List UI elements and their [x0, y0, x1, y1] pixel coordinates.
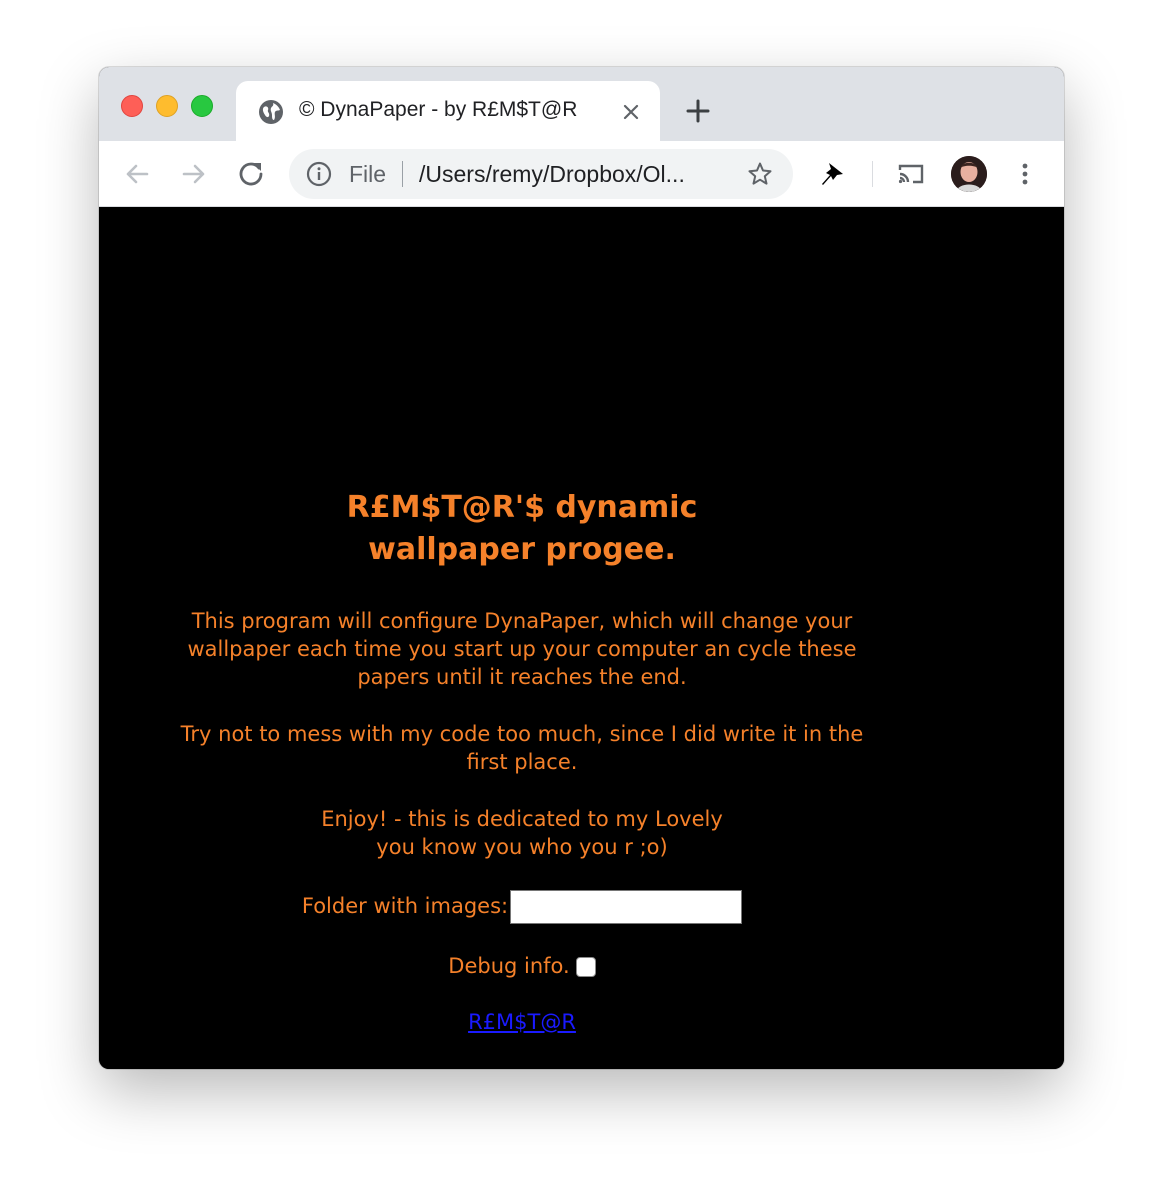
window-minimize-button[interactable]: [156, 95, 178, 117]
intro-line: wallpaper each time you start up your co…: [187, 637, 857, 661]
pin-icon[interactable]: [817, 159, 847, 189]
arrow-left-icon[interactable]: [122, 159, 152, 189]
avatar[interactable]: [951, 156, 987, 192]
plus-icon[interactable]: [685, 98, 711, 124]
debug-row: Debug info.: [99, 951, 945, 981]
window-close-button[interactable]: [121, 95, 143, 117]
active-tab[interactable]: © DynaPaper - by R£M$T@R: [236, 81, 660, 143]
page-content: R£M$T@R'$ dynamic wallpaper progee. This…: [99, 207, 1064, 1069]
info-icon[interactable]: [306, 161, 332, 187]
cast-icon[interactable]: [896, 159, 926, 189]
folder-label: Folder with images:: [301, 894, 509, 918]
tab-strip: © DynaPaper - by R£M$T@R: [99, 67, 1064, 143]
author-link[interactable]: R£M$T@R: [468, 1010, 576, 1034]
kebab-menu-icon[interactable]: [1010, 159, 1040, 189]
intro-line: papers until it reaches the end.: [357, 665, 687, 689]
browser-window: © DynaPaper - by R£M$T@R File /Users/rem…: [99, 67, 1064, 1069]
tab-title: © DynaPaper - by R£M$T@R: [299, 98, 578, 121]
dedication-line: you know you who you r ;o): [376, 835, 668, 859]
arrow-right-icon[interactable]: [179, 159, 209, 189]
window-maximize-button[interactable]: [191, 95, 213, 117]
debug-checkbox[interactable]: [575, 957, 596, 977]
page-title: R£M$T@R'$ dynamic wallpaper progee.: [99, 487, 945, 571]
intro-line: This program will configure DynaPaper, w…: [191, 609, 853, 633]
page-title-line: wallpaper progee.: [368, 532, 676, 567]
dedication-paragraph: Enjoy! - this is dedicated to my Lovely …: [99, 805, 945, 861]
browser-toolbar: File /Users/remy/Dropbox/Ol...: [99, 141, 1064, 207]
dedication-line: Enjoy! - this is dedicated to my Lovely: [321, 807, 723, 831]
page-title-line: R£M$T@R'$ dynamic: [346, 490, 698, 525]
debug-label: Debug info.: [448, 954, 570, 978]
address-bar[interactable]: File /Users/remy/Dropbox/Ol...: [289, 149, 793, 199]
folder-input[interactable]: [510, 890, 743, 924]
star-icon[interactable]: [747, 161, 773, 187]
note-line: Try not to mess with my code too much, s…: [180, 722, 864, 746]
note-paragraph: Try not to mess with my code too much, s…: [99, 720, 945, 776]
reload-icon[interactable]: [236, 159, 266, 189]
toolbar-divider: [872, 161, 873, 187]
close-icon[interactable]: [620, 101, 642, 123]
author-link-row: R£M$T@R: [99, 1007, 945, 1037]
url-scheme-label: File: [349, 161, 387, 187]
folder-row: Folder with images:: [99, 889, 945, 924]
globe-icon: [259, 100, 283, 124]
intro-paragraph: This program will configure DynaPaper, w…: [99, 607, 945, 691]
note-line: first place.: [466, 750, 578, 774]
omnibox-separator: [402, 161, 403, 187]
url-text[interactable]: /Users/remy/Dropbox/Ol...: [419, 161, 685, 188]
